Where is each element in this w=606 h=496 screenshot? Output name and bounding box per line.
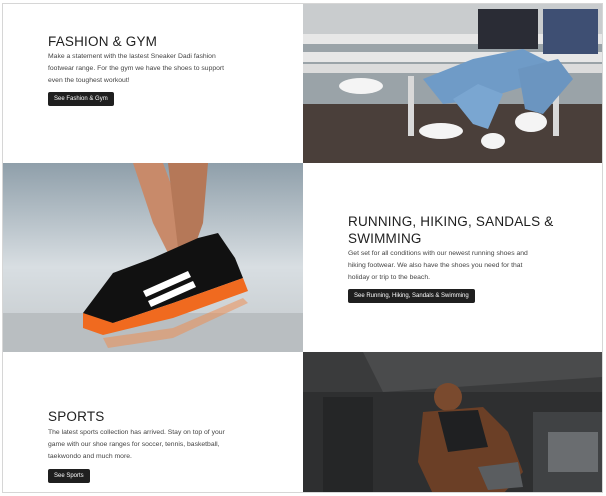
description-line: Get set for all conditions with our newe… [348,250,528,257]
running-row: RUNNING, HIKING, SANDALS & SWIMMING Get … [3,163,602,352]
fashion-gym-title: FASHION & GYM [48,34,158,49]
sneakers-on-bench-photo [303,4,602,163]
sports-description: The latest sports collection has arrived… [48,427,225,463]
sports-title: SPORTS [48,409,105,424]
running-shoe-photo [3,163,303,352]
description-line: Make a statement with the lastest Sneake… [48,53,216,60]
see-fashion-gym-button[interactable]: See Fashion & Gym [48,92,114,106]
sports-row: SPORTS The latest sports collection has … [3,352,602,492]
running-panel: RUNNING, HIKING, SANDALS & SWIMMING Get … [303,163,602,352]
description-line: taekwondo and much more. [48,453,132,460]
title-line: RUNNING, HIKING, SANDALS & [348,214,554,229]
description-line: hiking footwear. We also have the shoes … [348,262,523,269]
running-description: Get set for all conditions with our newe… [348,248,528,284]
see-sports-button[interactable]: See Sports [48,469,90,483]
description-line: The latest sports collection has arrived… [48,429,225,436]
athlete-crouching-photo [303,352,602,492]
category-grid: FASHION & GYM Make a statement with the … [2,3,603,493]
description-line: even the toughest workout! [48,77,130,84]
fashion-gym-panel: FASHION & GYM Make a statement with the … [3,4,303,163]
title-line: SWIMMING [348,231,422,246]
description-line: holiday or trip to the beach. [348,274,430,281]
description-line: game with our shoe ranges for soccer, te… [48,441,220,448]
see-running-hiking-button[interactable]: See Running, Hiking, Sandals & Swimming [348,289,475,303]
description-line: footwear range. For the gym we have the … [48,65,225,72]
sports-panel: SPORTS The latest sports collection has … [3,352,303,492]
fashion-gym-row: FASHION & GYM Make a statement with the … [3,4,602,163]
fashion-gym-description: Make a statement with the lastest Sneake… [48,51,224,87]
running-title: RUNNING, HIKING, SANDALS & SWIMMING [348,213,554,247]
